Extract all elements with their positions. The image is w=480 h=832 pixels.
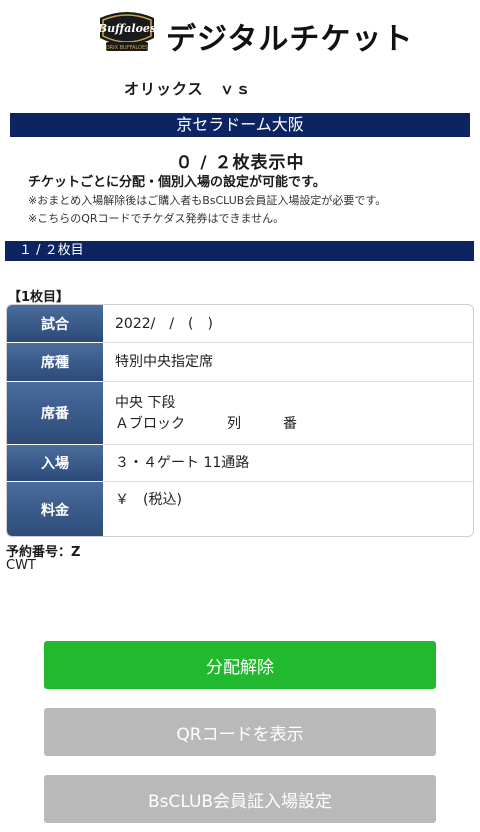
value-entrance: ３・４ゲート 11通路 [103,445,473,482]
seat-section: 中央 下段 [115,395,176,411]
row-entrance: 入場 ３・４ゲート 11通路 [7,445,473,482]
seat-block: Ａブロック 列 番 [115,416,297,432]
app-header: Buffaloes ORIX BUFFALOES デジタルチケット [0,0,480,70]
value-match: 2022/ / ( ) [103,305,473,343]
app-title: デジタルチケット [166,22,414,57]
ticket-detail-table: 試合 2022/ / ( ) 席種 特別中央指定席 席番 中央 下段 Ａブロック… [6,304,474,537]
svg-text:Buffaloes: Buffaloes [97,22,156,35]
notice-line-1: ※おまとめ入場解除後はご購入者もBsCLUB会員証入場設定が必要です。 [28,194,387,207]
value-price: ￥ (税込) [115,492,182,508]
value-seat-type: 特別中央指定席 [103,343,473,382]
venue-bar: 京セラドーム大阪 [10,113,470,137]
ticket-heading: 【1枚目】 [8,290,70,305]
label-match: 試合 [7,305,103,343]
label-seat-number: 席番 [7,382,103,445]
value-seat-number: 中央 下段 Ａブロック 列 番 [103,382,473,445]
matchup-text: オリックス ｖｓ [124,80,252,98]
display-count: ０ / ２枚表示中 [175,153,305,173]
label-price: 料金 [7,482,103,536]
notice-main: チケットごとに分配・個別入場の設定が可能です。 [28,175,326,190]
buffaloes-logo: Buffaloes ORIX BUFFALOES [97,12,156,51]
notice-line-2: ※こちらのQRコードでチケダス発券はできません。 [28,212,285,225]
release-distribution-button[interactable]: 分配解除 [44,641,436,689]
reservation-sub: CWT [6,558,36,573]
row-price: 料金 ￥ (税込) [7,482,473,536]
ticket-index-bar: １ / ２枚目 [5,241,474,261]
row-seat-number: 席番 中央 下段 Ａブロック 列 番 [7,382,473,445]
label-entrance: 入場 [7,445,103,482]
label-seat-type: 席種 [7,343,103,382]
row-seat-type: 席種 特別中央指定席 [7,343,473,382]
bsclub-entry-button[interactable]: BsCLUB会員証入場設定 [44,775,436,823]
svg-text:ORIX BUFFALOES: ORIX BUFFALOES [106,45,149,51]
show-qr-button[interactable]: QRコードを表示 [44,708,436,756]
row-match: 試合 2022/ / ( ) [7,305,473,343]
